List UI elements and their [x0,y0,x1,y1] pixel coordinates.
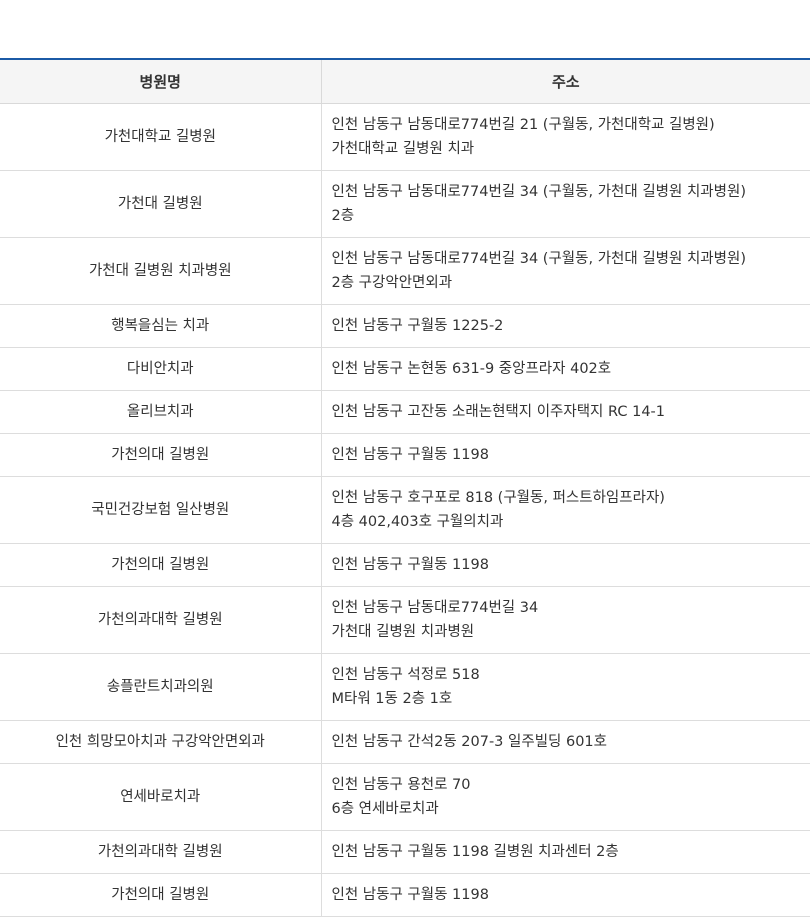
address-cell: 인천 남동구 구월동 1198 [321,433,810,477]
table-row: 가천대 길병원 인천 남동구 남동대로774번길 34 (구월동, 가천대 길병… [0,170,810,238]
address-cell: 인천 남동구 간석2동 207-3 일주빌딩 601호 [321,720,810,764]
hospital-name-cell: 가천의대 길병원 [0,873,322,917]
table-row: 가천대학교 길병원 인천 남동구 남동대로774번길 21 (구월동, 가천대학… [0,103,810,171]
hospital-name-cell: 행복을심는 치과 [0,304,322,348]
table-row: 가천의과대학 길병원 인천 남동구 남동대로774번길 34 가천대 길병원 치… [0,586,810,654]
address-cell: 인천 남동구 구월동 1198 길병원 치과센터 2층 [321,830,810,874]
table-row: 행복을심는 치과 인천 남동구 구월동 1225-2 [0,304,810,348]
address-cell: 인천 남동구 고잔동 소래논현택지 이주자택지 RC 14-1 [321,390,810,434]
table-header-row: 병원명 주소 [0,58,810,104]
table-row: 가천의대 길병원 인천 남동구 구월동 1198 [0,543,810,587]
address-cell: 인천 남동구 남동대로774번길 34 (구월동, 가천대 길병원 치과병원) … [321,170,810,238]
table-row: 다비안치과 인천 남동구 논현동 631-9 중앙프라자 402호 [0,347,810,391]
hospital-name-cell: 가천의과대학 길병원 [0,586,322,654]
hospital-name-cell: 인천 희망모아치과 구강악안면외과 [0,720,322,764]
address-cell: 인천 남동구 남동대로774번길 21 (구월동, 가천대학교 길병원) 가천대… [321,103,810,171]
table-row: 가천의과대학 길병원 인천 남동구 구월동 1198 길병원 치과센터 2층 [0,830,810,874]
hospital-name-cell: 가천의대 길병원 [0,433,322,477]
address-cell: 인천 남동구 구월동 1225-2 [321,304,810,348]
table-row: 가천대 길병원 치과병원 인천 남동구 남동대로774번길 34 (구월동, 가… [0,237,810,305]
hospital-name-cell: 올리브치과 [0,390,322,434]
table-row: 인천 희망모아치과 구강악안면외과 인천 남동구 간석2동 207-3 일주빌딩… [0,720,810,764]
hospital-name-cell: 가천의과대학 길병원 [0,830,322,874]
table-row: 연세바로치과 인천 남동구 용천로 70 6층 연세바로치과 [0,763,810,831]
table-row: 국민건강보험 일산병원 인천 남동구 호구포로 818 (구월동, 퍼스트하임프… [0,476,810,544]
address-cell: 인천 남동구 구월동 1198 [321,543,810,587]
hospital-name-cell: 가천대학교 길병원 [0,103,322,171]
address-cell: 인천 남동구 남동대로774번길 34 (구월동, 가천대 길병원 치과병원) … [321,237,810,305]
address-cell: 인천 남동구 논현동 631-9 중앙프라자 402호 [321,347,810,391]
hospital-name-cell: 가천대 길병원 [0,170,322,238]
column-header-address: 주소 [321,58,810,104]
table-header: 병원명 주소 [0,58,810,104]
hospital-name-cell: 국민건강보험 일산병원 [0,476,322,544]
hospital-name-cell: 가천의대 길병원 [0,543,322,587]
address-cell: 인천 남동구 남동대로774번길 34 가천대 길병원 치과병원 [321,586,810,654]
hospital-name-cell: 송플란트치과의원 [0,653,322,721]
hospital-table-container: 병원명 주소 가천대학교 길병원 인천 남동구 남동대로774번길 21 (구월… [0,58,810,917]
table-body: 가천대학교 길병원 인천 남동구 남동대로774번길 21 (구월동, 가천대학… [0,103,810,917]
table-row: 송플란트치과의원 인천 남동구 석정로 518 M타워 1동 2층 1호 [0,653,810,721]
address-cell: 인천 남동구 구월동 1198 [321,873,810,917]
hospital-table: 병원명 주소 가천대학교 길병원 인천 남동구 남동대로774번길 21 (구월… [0,58,810,917]
address-cell: 인천 남동구 호구포로 818 (구월동, 퍼스트하임프라자) 4층 402,4… [321,476,810,544]
hospital-name-cell: 다비안치과 [0,347,322,391]
table-row: 올리브치과 인천 남동구 고잔동 소래논현택지 이주자택지 RC 14-1 [0,390,810,434]
table-row: 가천의대 길병원 인천 남동구 구월동 1198 [0,433,810,477]
address-cell: 인천 남동구 용천로 70 6층 연세바로치과 [321,763,810,831]
table-row: 가천의대 길병원 인천 남동구 구월동 1198 [0,873,810,917]
column-header-hospital-name: 병원명 [0,58,322,104]
address-cell: 인천 남동구 석정로 518 M타워 1동 2층 1호 [321,653,810,721]
hospital-name-cell: 가천대 길병원 치과병원 [0,237,322,305]
hospital-name-cell: 연세바로치과 [0,763,322,831]
